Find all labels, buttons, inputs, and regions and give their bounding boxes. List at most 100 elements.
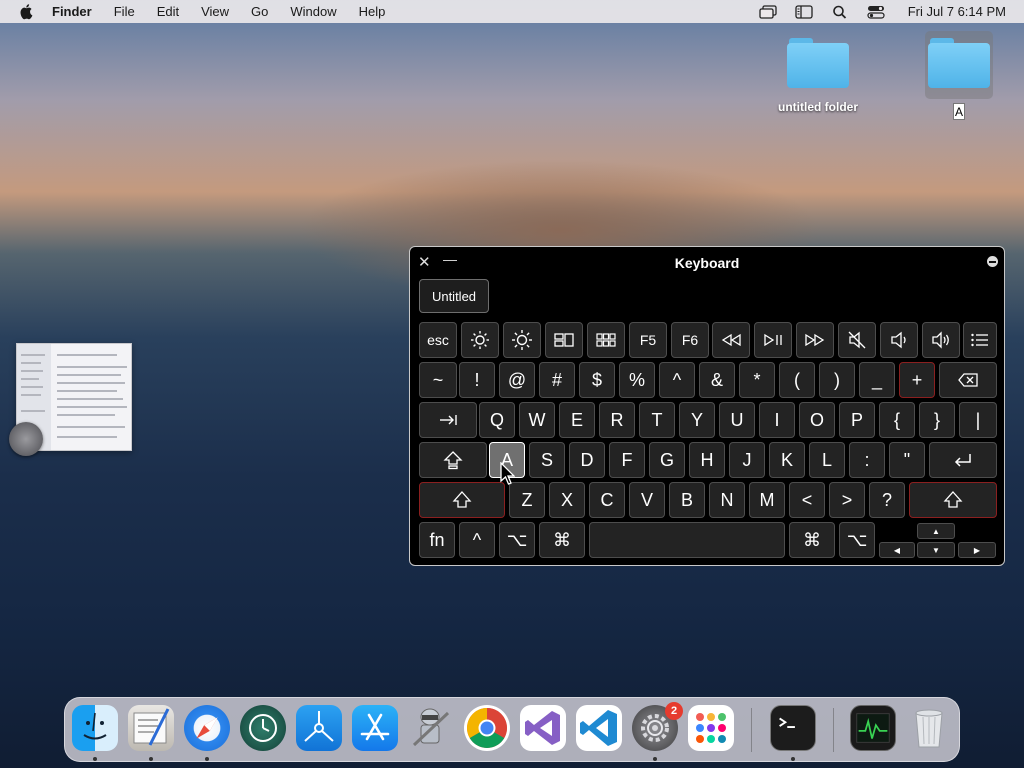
apple-menu-icon[interactable]	[20, 3, 34, 20]
key-p[interactable]: P	[839, 402, 875, 438]
key-z[interactable]: Z	[509, 482, 545, 518]
key-mute[interactable]	[838, 322, 876, 358]
key-return[interactable]	[929, 442, 997, 478]
key-fast-forward[interactable]	[796, 322, 834, 358]
key-asterisk[interactable]: *	[739, 362, 775, 398]
key-control[interactable]: ^	[459, 522, 495, 558]
key-volume-down[interactable]	[880, 322, 918, 358]
key-paren-left[interactable]: (	[779, 362, 815, 398]
key-plus[interactable]: +	[899, 362, 935, 398]
key-y[interactable]: Y	[679, 402, 715, 438]
key-ampersand[interactable]: &	[699, 362, 735, 398]
control-center-icon[interactable]	[867, 5, 885, 19]
key-brightness-down[interactable]	[461, 322, 499, 358]
screen-mirroring-icon[interactable]	[759, 4, 777, 19]
key-f5[interactable]: F5	[629, 322, 667, 358]
dock-trash[interactable]	[906, 705, 952, 751]
key-launchpad[interactable]	[587, 322, 625, 358]
key-esc[interactable]: esc	[419, 322, 457, 358]
key-m[interactable]: M	[749, 482, 785, 518]
sidebar-icon[interactable]	[795, 4, 813, 19]
key-play-pause[interactable]	[754, 322, 792, 358]
key-tilde[interactable]: ~	[419, 362, 457, 398]
key-h[interactable]: H	[689, 442, 725, 478]
key-d[interactable]: D	[569, 442, 605, 478]
key-colon[interactable]: :	[849, 442, 885, 478]
key-volume-up[interactable]	[922, 322, 960, 358]
menu-go[interactable]: Go	[240, 0, 279, 23]
key-caret[interactable]: ^	[659, 362, 695, 398]
key-shift-left[interactable]	[419, 482, 505, 518]
desktop-folder[interactable]: untitled folder	[772, 38, 864, 114]
menu-window[interactable]: Window	[279, 0, 347, 23]
key-mission-control[interactable]	[545, 322, 583, 358]
key-k[interactable]: K	[769, 442, 805, 478]
key-dollar[interactable]: $	[579, 362, 615, 398]
dock-chrome[interactable]	[464, 705, 510, 751]
key-space[interactable]	[589, 522, 785, 558]
dock-launchpad[interactable]	[688, 705, 734, 751]
key-percent[interactable]: %	[619, 362, 655, 398]
key-shift-right[interactable]	[909, 482, 997, 518]
key-l[interactable]: L	[809, 442, 845, 478]
menu-file[interactable]: File	[103, 0, 146, 23]
key-g[interactable]: G	[649, 442, 685, 478]
key-u[interactable]: U	[719, 402, 755, 438]
key-tab[interactable]	[419, 402, 477, 438]
key-quote[interactable]: "	[889, 442, 925, 478]
key-w[interactable]: W	[519, 402, 555, 438]
menu-help[interactable]: Help	[348, 0, 397, 23]
key-f6[interactable]: F6	[671, 322, 709, 358]
key-paren-right[interactable]: )	[819, 362, 855, 398]
key-t[interactable]: T	[639, 402, 675, 438]
key-greater-than[interactable]: >	[829, 482, 865, 518]
key-c[interactable]: C	[589, 482, 625, 518]
dock-vscode[interactable]	[576, 705, 622, 751]
key-f[interactable]: F	[609, 442, 645, 478]
key-j[interactable]: J	[729, 442, 765, 478]
folder-rename-field[interactable]: A	[953, 103, 965, 120]
key-s[interactable]: S	[529, 442, 565, 478]
key-i[interactable]: I	[759, 402, 795, 438]
key-arrow-right[interactable]: ▶	[958, 542, 996, 558]
key-x[interactable]: X	[549, 482, 585, 518]
key-n[interactable]: N	[709, 482, 745, 518]
key-rewind[interactable]	[712, 322, 750, 358]
key-pipe[interactable]: |	[959, 402, 997, 438]
key-arrow-up[interactable]: ▲	[917, 523, 955, 539]
key-brightness-up[interactable]	[503, 322, 541, 358]
key-less-than[interactable]: <	[789, 482, 825, 518]
key-at[interactable]: @	[499, 362, 535, 398]
dock-app-store[interactable]	[352, 705, 398, 751]
desktop-folder-selected[interactable]	[928, 38, 990, 88]
key-r[interactable]: R	[599, 402, 635, 438]
input-source-button[interactable]: Untitled	[419, 279, 489, 313]
menu-edit[interactable]: Edit	[146, 0, 190, 23]
key-brace-right[interactable]: }	[919, 402, 955, 438]
menu-view[interactable]: View	[190, 0, 240, 23]
key-underscore[interactable]: _	[859, 362, 895, 398]
key-exclaim[interactable]: !	[459, 362, 495, 398]
dock-finder[interactable]	[72, 705, 118, 751]
key-arrow-down[interactable]: ▼	[917, 542, 955, 558]
key-command-right[interactable]: ⌘	[789, 522, 835, 558]
key-option-left[interactable]: ⌥	[499, 522, 535, 558]
key-e[interactable]: E	[559, 402, 595, 438]
menu-finder[interactable]: Finder	[52, 0, 103, 23]
key-command-left[interactable]: ⌘	[539, 522, 585, 558]
dock-safari[interactable]	[184, 705, 230, 751]
dock-time-machine[interactable]	[240, 705, 286, 751]
dock-terminal[interactable]	[770, 705, 816, 751]
key-q[interactable]: Q	[479, 402, 515, 438]
key-o[interactable]: O	[799, 402, 835, 438]
key-arrow-left[interactable]: ◀	[879, 542, 915, 558]
key-hash[interactable]: #	[539, 362, 575, 398]
dock-automator[interactable]	[408, 705, 454, 751]
key-v[interactable]: V	[629, 482, 665, 518]
options-icon[interactable]	[987, 256, 998, 267]
key-delete[interactable]	[939, 362, 997, 398]
key-option-right[interactable]: ⌥	[839, 522, 875, 558]
search-icon[interactable]	[831, 5, 849, 19]
menubar-clock[interactable]: Fri Jul 7 6:14 PM	[908, 4, 1006, 19]
dock-script-editor[interactable]	[128, 705, 174, 751]
